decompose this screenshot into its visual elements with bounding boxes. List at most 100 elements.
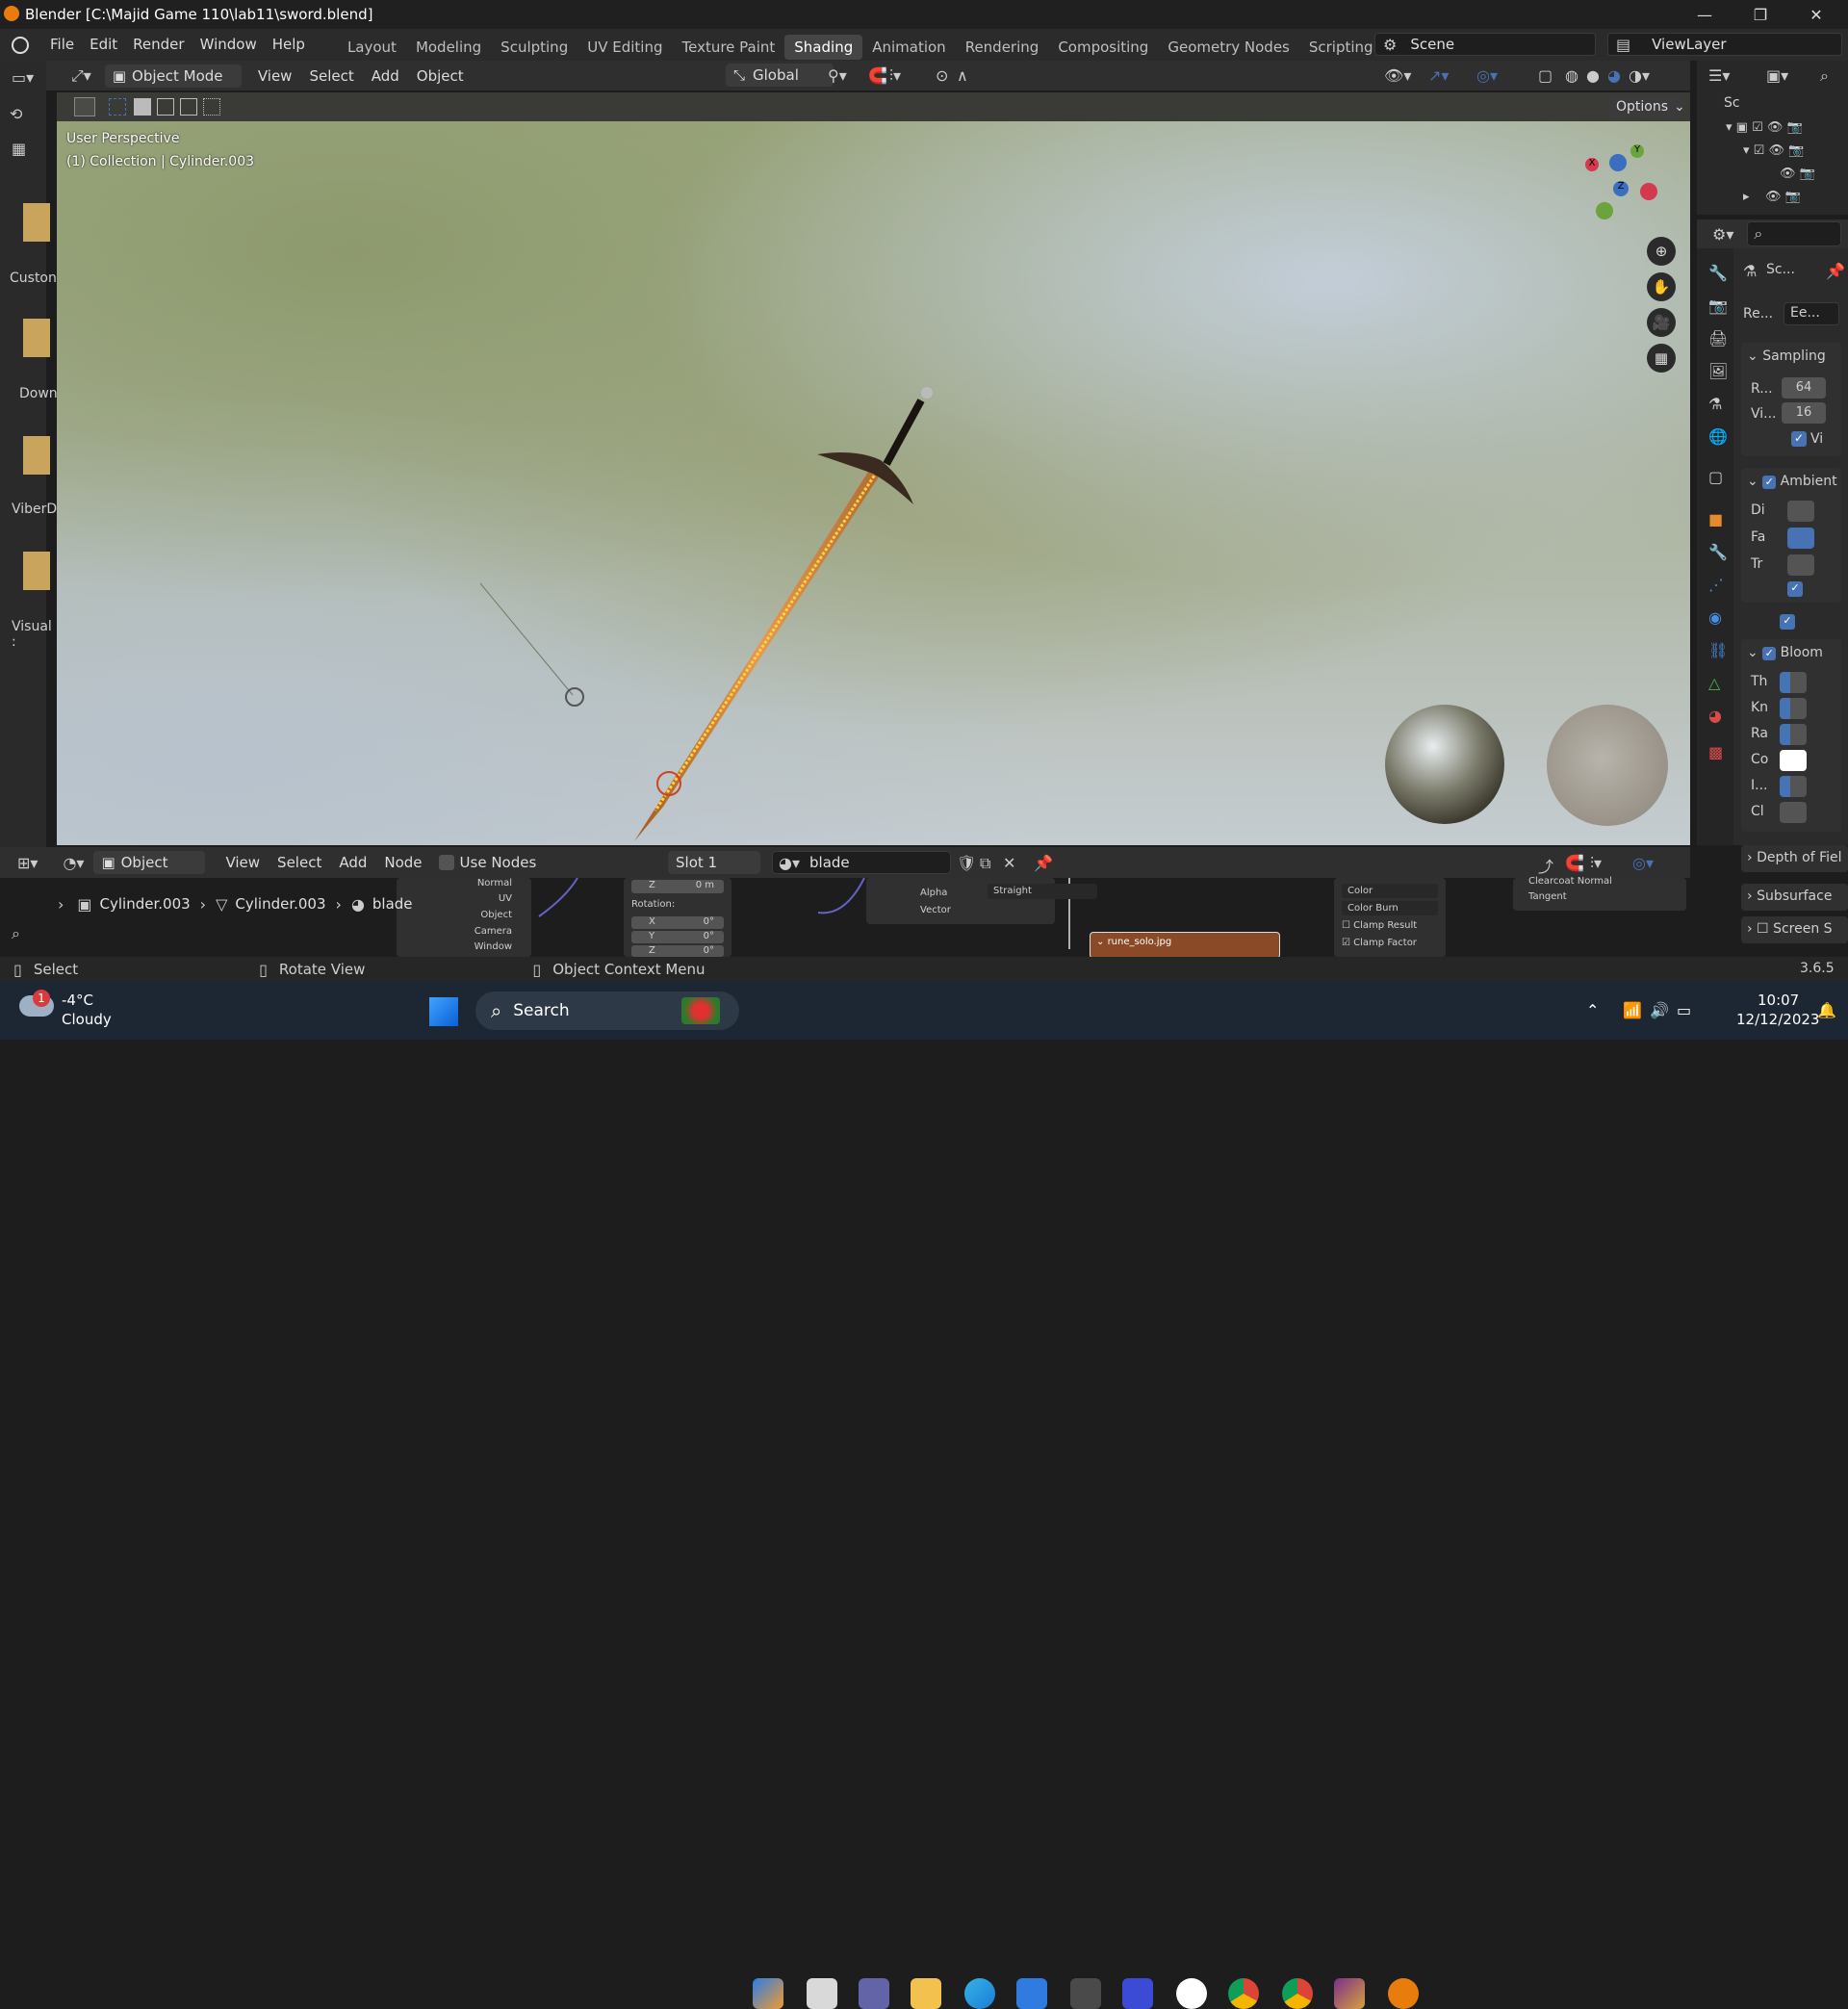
file-item[interactable]: Custon: [10, 270, 57, 286]
physics-tab-icon[interactable]: ◉: [1708, 608, 1722, 627]
bloom-color-field[interactable]: [1780, 750, 1807, 771]
select-tool-icon[interactable]: [74, 97, 95, 116]
pivot-icon[interactable]: ⚲▾: [828, 66, 847, 85]
viewport-samples-field[interactable]: 16: [1782, 402, 1826, 424]
menu-view[interactable]: View: [249, 67, 301, 85]
shader-type-icon[interactable]: ◔▾: [63, 854, 84, 872]
properties-search[interactable]: ⌕: [1747, 221, 1842, 246]
falloff-icon[interactable]: ∧: [957, 66, 968, 85]
menu-window[interactable]: Window: [192, 29, 265, 61]
teams-icon[interactable]: [859, 1978, 889, 2009]
axis-y-icon[interactable]: Y: [1630, 144, 1644, 158]
camera-view-icon[interactable]: 🎥: [1647, 308, 1676, 337]
ambient-trace-field[interactable]: [1787, 554, 1814, 576]
principled-bsdf-node[interactable]: Clearcoat Normal Tangent: [1513, 876, 1686, 911]
weather-condition[interactable]: Cloudy: [62, 1011, 112, 1028]
particles-tab-icon[interactable]: ⋰: [1708, 576, 1724, 594]
ambient-factor-field[interactable]: [1787, 528, 1814, 549]
visibility-icon[interactable]: 👁▾: [1384, 66, 1411, 85]
navigation-icon[interactable]: ⟲: [10, 105, 22, 123]
scene-collection-label[interactable]: Sc: [1724, 95, 1740, 111]
breadcrumb-material[interactable]: blade: [372, 895, 413, 913]
select-invert-icon[interactable]: [180, 98, 197, 116]
collection-row[interactable]: ▾ ▣ ☑ 👁 📷: [1726, 120, 1803, 135]
display-mode-icon[interactable]: ▣▾: [1766, 66, 1788, 85]
close-button[interactable]: ✕: [1794, 0, 1838, 29]
render-samples-field[interactable]: 64: [1782, 377, 1826, 399]
clamp-factor-row[interactable]: ☑ Clamp Factor: [1342, 938, 1417, 948]
volume-icon[interactable]: 🔊: [1650, 1001, 1669, 1019]
solid-shading-icon[interactable]: ●: [1586, 66, 1600, 85]
bloom-radius-field[interactable]: [1780, 724, 1807, 745]
node-overlay-icon[interactable]: ◎▾: [1632, 854, 1654, 872]
mode-dropdown[interactable]: ▣ Object Mode: [104, 64, 242, 88]
clock-time[interactable]: 10:07: [1758, 992, 1799, 1009]
winrar-icon[interactable]: [1334, 1978, 1365, 2009]
tab-animation[interactable]: Animation: [862, 35, 955, 60]
xray-icon[interactable]: ▢: [1538, 66, 1553, 85]
rotation-y-field[interactable]: Y 0°: [631, 931, 724, 943]
tab-compositing[interactable]: Compositing: [1048, 35, 1158, 60]
wifi-icon[interactable]: 📶: [1623, 1001, 1642, 1019]
duplicate-material-icon[interactable]: ⧉: [980, 854, 990, 873]
axis-x-icon[interactable]: [1640, 183, 1657, 200]
ambient-checkbox[interactable]: ✓: [1762, 476, 1777, 489]
maximize-button[interactable]: ❐: [1738, 0, 1783, 29]
wireframe-shading-icon[interactable]: ◍: [1565, 66, 1578, 85]
folder-menu-icon[interactable]: ▭▾: [12, 68, 34, 87]
zoom-icon[interactable]: ⊕: [1647, 237, 1676, 266]
overlay-icon[interactable]: ◎▾: [1476, 66, 1498, 85]
scene-tab-icon[interactable]: ⚗: [1708, 395, 1722, 413]
material-selector[interactable]: ◕▾ blade: [772, 851, 951, 874]
blender-taskbar-icon[interactable]: [1388, 1978, 1419, 2009]
filter-icon[interactable]: ▦: [12, 140, 26, 158]
rendered-shading-icon[interactable]: ◑▾: [1629, 66, 1650, 85]
node-editor-type-icon[interactable]: ⊞▾: [17, 854, 38, 872]
file-item[interactable]: Visual :: [12, 619, 52, 650]
clock-date[interactable]: 12/12/2023: [1736, 1011, 1819, 1028]
menu-select[interactable]: Select: [300, 67, 362, 85]
xbox-icon[interactable]: [1176, 1978, 1207, 2009]
zoom-view-icon[interactable]: ⌕: [12, 924, 20, 943]
slot-dropdown[interactable]: Slot 1: [668, 851, 760, 874]
image-texture-node[interactable]: Alpha Straight Vector: [866, 878, 1097, 924]
options-dropdown[interactable]: Options ⌄: [1608, 95, 1685, 118]
battery-icon[interactable]: ▭: [1677, 1001, 1691, 1019]
axis-z-negative-icon[interactable]: Z: [1613, 181, 1629, 196]
folder-icon[interactable]: [23, 319, 50, 357]
constraints-tab-icon[interactable]: ⛓: [1708, 641, 1728, 659]
axis-y-negative-icon[interactable]: [1596, 202, 1613, 219]
visual-studio-icon[interactable]: [1122, 1978, 1153, 2009]
ambient-header[interactable]: ⌄ ✓ Ambient: [1747, 474, 1837, 489]
tab-sculpting[interactable]: Sculpting: [491, 35, 578, 60]
blend-mode-dropdown[interactable]: Color Burn: [1342, 901, 1438, 915]
tab-texture-paint[interactable]: Texture Paint: [672, 35, 784, 60]
bloom-knee-field[interactable]: [1780, 698, 1807, 719]
bloom-header[interactable]: ⌄ ✓ Bloom: [1747, 645, 1823, 660]
snap-icon[interactable]: 🧲: [868, 66, 887, 85]
proportional-edit-icon[interactable]: ⊙: [936, 66, 948, 85]
subsurface-panel[interactable]: › Subsurface: [1741, 884, 1848, 911]
breadcrumb-object[interactable]: Cylinder.003: [100, 895, 191, 913]
collection-tab-icon[interactable]: ▢: [1708, 468, 1723, 486]
file-item[interactable]: ViberD: [12, 502, 57, 517]
sampling-header[interactable]: ⌄ Sampling: [1747, 348, 1826, 364]
folder-icon[interactable]: [23, 436, 50, 475]
chrome-icon[interactable]: [1228, 1978, 1259, 2009]
scene-selector[interactable]: ⚙ Scene: [1374, 33, 1596, 56]
rotation-z-field[interactable]: Z 0°: [631, 945, 724, 957]
tab-layout[interactable]: Layout: [338, 35, 406, 60]
world-tab-icon[interactable]: 🌐: [1708, 427, 1728, 446]
bloom-checkbox[interactable]: ✓: [1762, 647, 1777, 660]
menu-edit[interactable]: Edit: [82, 29, 125, 61]
menu-help[interactable]: Help: [265, 29, 313, 61]
pin-icon[interactable]: 📌: [1826, 262, 1845, 280]
snap-target-icon[interactable]: ⫶▾: [889, 66, 901, 86]
material-browse-icon[interactable]: ◕▾: [779, 854, 800, 872]
store-icon[interactable]: [1016, 1978, 1047, 2009]
tool-tab-icon[interactable]: 🔧: [1708, 264, 1728, 282]
pan-hand-icon[interactable]: ✋: [1647, 272, 1676, 301]
render-tab-icon[interactable]: 📷: [1708, 296, 1728, 315]
fake-user-icon[interactable]: 🛡: [957, 854, 976, 872]
texture-tab-icon[interactable]: ▩: [1708, 743, 1723, 761]
